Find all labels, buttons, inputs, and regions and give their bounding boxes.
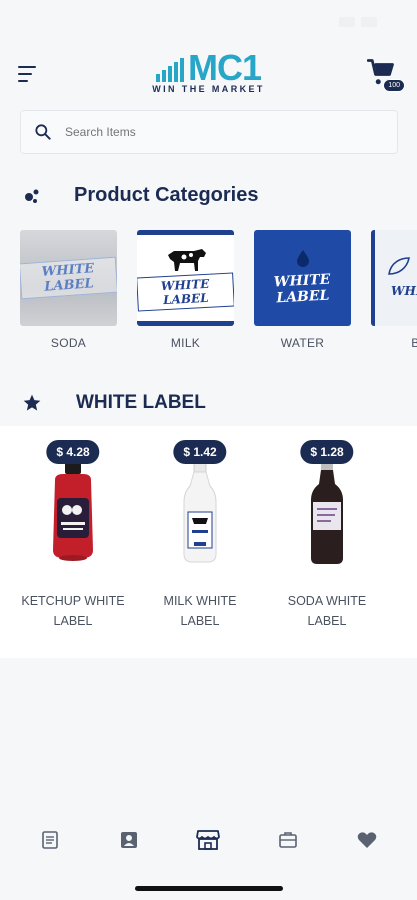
- product-name: MILK WHITE LABEL: [142, 591, 258, 631]
- milk-bottle-image: [183, 461, 217, 563]
- briefcase-icon: [279, 832, 297, 848]
- product-name: SODA WHITE LABEL: [269, 591, 385, 631]
- category-card-be[interactable]: WHITE BE: [371, 230, 417, 350]
- battery-icon: [361, 17, 377, 27]
- menu-icon[interactable]: [18, 66, 38, 82]
- logo-tagline: WIN THE MARKET: [152, 84, 265, 94]
- categories-heading: Product Categories: [22, 184, 258, 207]
- store-icon: [196, 830, 221, 850]
- white-label-stamp: WHITE LABEL: [137, 272, 234, 312]
- category-card-milk[interactable]: WHITE LABEL MILK: [137, 230, 234, 350]
- signal-icon: [339, 17, 355, 27]
- search-icon: [35, 124, 51, 140]
- soda-bottle-image: [311, 460, 343, 564]
- categories-title: Product Categories: [74, 184, 259, 206]
- status-icons: [339, 17, 377, 27]
- product-name-line: LABEL: [180, 614, 220, 628]
- white-label-stamp: WHITE LABEL: [20, 256, 117, 300]
- product-card-soda[interactable]: $ 1.28 SODA WHITE LABEL: [269, 440, 385, 631]
- category-label: BE: [411, 336, 417, 350]
- categories-icon: [25, 189, 39, 203]
- product-card-milk[interactable]: $ 1.42 MILK WHITE LABEL: [142, 440, 258, 631]
- search-bar[interactable]: [20, 110, 398, 154]
- white-label-stamp: WHITE: [391, 284, 417, 298]
- product-name: KETCHUP WHITE LABEL: [15, 591, 131, 631]
- category-image-be: WHITE: [371, 230, 417, 326]
- bottom-tab-bar: [0, 818, 417, 862]
- price-badge: $ 1.42: [173, 440, 227, 464]
- category-image-soda: WHITE LABEL: [20, 230, 117, 326]
- cow-icon: [167, 249, 206, 271]
- ketchup-bottle-image: [53, 462, 93, 561]
- contacts-icon: [121, 832, 138, 848]
- product-name-line: KETCHUP WHITE: [21, 594, 125, 608]
- brand-title: WHITE LABEL: [76, 392, 206, 413]
- tab-briefcase[interactable]: [268, 820, 308, 860]
- cart-button[interactable]: 100: [366, 58, 405, 92]
- product-name-line: MILK WHITE: [163, 594, 237, 608]
- category-image-milk: WHITE LABEL: [137, 230, 234, 326]
- logo-bars-icon: [155, 56, 184, 82]
- orders-icon: [41, 831, 58, 849]
- product-card-ketchup[interactable]: $ 4.28 KETCHUP WHITE LABEL: [15, 440, 131, 631]
- price-badge: $ 1.28: [300, 440, 354, 464]
- category-label: MILK: [170, 336, 201, 350]
- category-carousel[interactable]: WHITE LABEL SODA WHITE LABEL MILK WHITE …: [20, 230, 417, 350]
- heart-icon: [357, 832, 377, 848]
- tab-favorites[interactable]: [347, 820, 387, 860]
- search-input[interactable]: [65, 125, 365, 139]
- status-bar: [0, 0, 417, 44]
- logo-text: MC1: [187, 47, 262, 88]
- cart-count-badge: 100: [383, 79, 405, 92]
- category-image-water: WHITE LABEL: [254, 230, 351, 326]
- home-indicator: [135, 886, 283, 891]
- product-list[interactable]: $ 4.28 KETCHUP WHITE LABEL $ 1.42 MILK W…: [0, 426, 417, 658]
- water-drop-icon: [296, 250, 309, 267]
- product-name-line: LABEL: [53, 614, 93, 628]
- tab-store[interactable]: [188, 820, 228, 860]
- app-header: MC1 WIN THE MARKET 100: [0, 44, 417, 104]
- tab-orders[interactable]: [30, 820, 70, 860]
- category-label: SODA: [50, 336, 87, 350]
- product-name-line: SODA WHITE: [287, 594, 367, 608]
- leaf-icon: [388, 257, 410, 275]
- category-card-soda[interactable]: WHITE LABEL SODA: [20, 230, 117, 350]
- white-label-stamp: WHITE LABEL: [273, 271, 331, 307]
- tab-contacts[interactable]: [109, 820, 149, 860]
- category-label: WATER: [280, 336, 325, 350]
- price-badge: $ 4.28: [46, 440, 100, 464]
- brand-heading: WHITE LABEL: [22, 392, 206, 414]
- logo: MC1 WIN THE MARKET: [152, 47, 265, 95]
- star-icon: [23, 394, 41, 411]
- category-card-water[interactable]: WHITE LABEL WATER: [254, 230, 351, 350]
- product-name-line: LABEL: [307, 614, 347, 628]
